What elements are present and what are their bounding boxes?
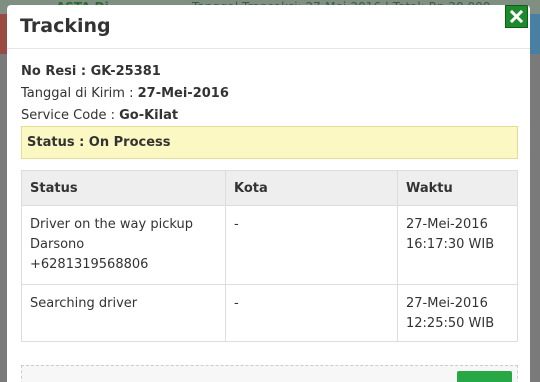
cell-waktu: 27-Mei-2016 12:25:50 WIB: [397, 284, 518, 342]
cell-kota: -: [225, 284, 398, 342]
resi-line: No Resi : GK-25381: [21, 64, 161, 79]
modal-header: Tracking: [7, 5, 530, 49]
cell-kota: -: [225, 205, 398, 285]
resi-label: No Resi :: [21, 64, 91, 79]
driver-name: Darsono: [30, 237, 85, 252]
table-row: Searching driver - 27-Mei-2016 12:25:50 …: [21, 284, 518, 342]
waktu-date: 27-Mei-2016: [406, 217, 488, 232]
waktu-time: 12:25:50 WIB: [406, 316, 495, 331]
modal-footer: [21, 365, 518, 382]
cell-status: Searching driver: [21, 284, 226, 342]
tanggal-label: Tanggal di Kirim :: [21, 86, 138, 101]
resi-value: GK-25381: [90, 64, 161, 79]
tracking-table: Status Kota Waktu Driver on the way pick…: [21, 170, 518, 342]
status-text-line: Searching driver: [30, 296, 138, 311]
table-header-row: Status Kota Waktu: [21, 170, 518, 206]
close-button[interactable]: [505, 5, 528, 28]
service-label: Service Code :: [21, 108, 120, 123]
modal-title: Tracking: [20, 15, 111, 37]
close-x-icon: [510, 10, 523, 23]
tanggal-line: Tanggal di Kirim : 27-Mei-2016: [21, 86, 229, 101]
backdrop-right-edge: [530, 14, 540, 382]
waktu-date: 27-Mei-2016: [406, 296, 488, 311]
header-status: Status: [21, 170, 226, 206]
driver-phone: +6281319568806: [30, 257, 149, 272]
cell-status: Driver on the way pickup Darsono +628131…: [21, 205, 226, 285]
header-kota: Kota: [225, 170, 398, 206]
status-alert: Status : On Process: [21, 126, 518, 159]
backdrop-left-edge: [0, 14, 7, 382]
footer-action-button[interactable]: [457, 371, 512, 382]
service-value: Go-Kilat: [119, 108, 179, 123]
tanggal-value: 27-Mei-2016: [137, 86, 229, 101]
service-line: Service Code : Go-Kilat: [21, 108, 178, 123]
status-text-line: Driver on the way pickup: [30, 217, 193, 232]
tracking-modal: Tracking No Resi : GK-25381 Tanggal di K…: [7, 5, 530, 382]
table-row: Driver on the way pickup Darsono +628131…: [21, 205, 518, 285]
cell-waktu: 27-Mei-2016 16:17:30 WIB: [397, 205, 518, 285]
header-waktu: Waktu: [397, 170, 518, 206]
waktu-time: 16:17:30 WIB: [406, 237, 495, 252]
